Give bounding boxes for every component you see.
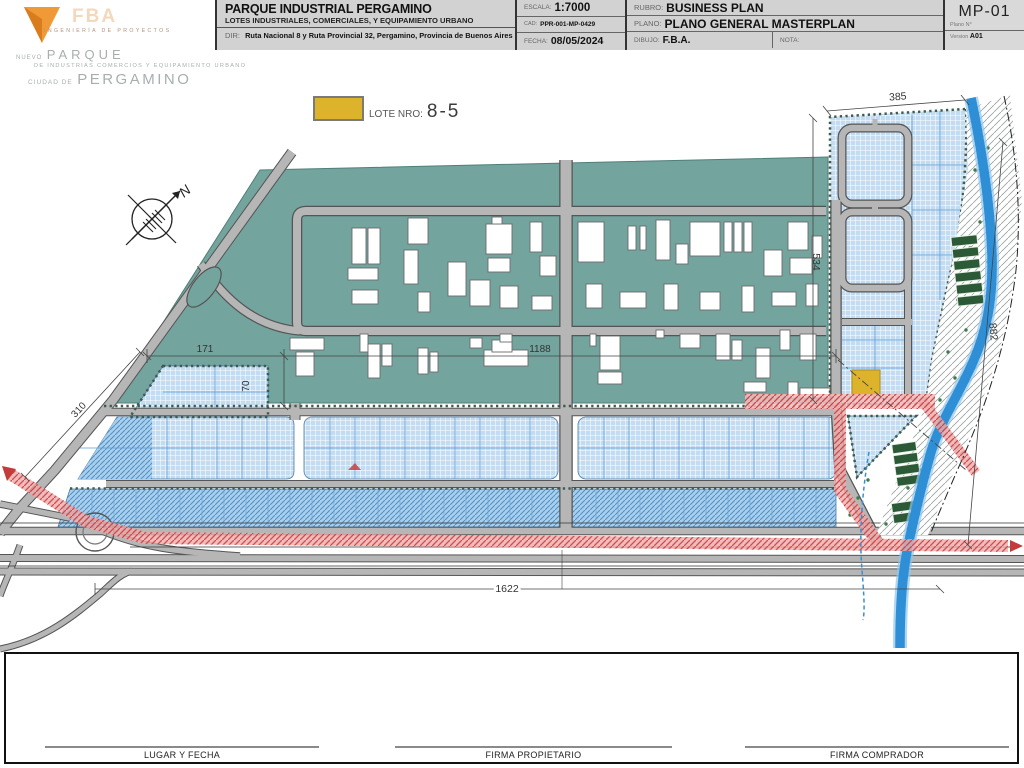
masterplan-sheet: 385 534 882 171 1188 70 310 1622 N FBA I… <box>0 0 1024 768</box>
cad-label: CAD: <box>524 21 537 27</box>
dim-1188: 1188 <box>529 344 551 355</box>
nota-label: NOTA: <box>780 37 799 44</box>
dibujo-label: DIBUJO: <box>634 37 660 44</box>
plano-label: PLANO: <box>634 19 662 28</box>
project-address: DIR: Ruta Nacional 8 y Ruta Provincial 3… <box>217 27 515 40</box>
logo-cell: FBA INGENIERÍA DE PROYECTOS <box>0 0 215 50</box>
north-label: N <box>176 181 195 200</box>
sheet-number: MP-01 <box>945 0 1024 21</box>
rubro-label: RUBRO: <box>634 3 663 12</box>
escala-label: ESCALA: <box>524 4 551 11</box>
north-arrow: N <box>126 181 194 245</box>
signature-comprador: FIRMA COMPRADOR <box>745 746 1009 760</box>
signature-box: LUGAR Y FECHA FIRMA PROPIETARIO FIRMA CO… <box>4 652 1019 764</box>
brand-watermark: FBA <box>72 6 117 28</box>
project-subtitle: LOTES INDUSTRIALES, COMERCIALES, Y EQUIP… <box>217 16 515 25</box>
dim-310: 310 <box>69 400 89 420</box>
sheet-number-cell: MP-01 Plano N° Version A01 <box>943 0 1024 50</box>
signature-lugar-fecha: LUGAR Y FECHA <box>45 746 319 760</box>
dim-385: 385 <box>889 90 907 103</box>
legend-label: LOTE NRO: <box>369 109 423 120</box>
lot-rows <box>58 416 916 527</box>
dim-1622: 1622 <box>495 583 519 595</box>
wm-nuevo: NUEVO <box>16 55 42 61</box>
project-title: PARQUE INDUSTRIAL PERGAMINO <box>217 0 515 16</box>
version-row: Version A01 <box>945 30 1024 40</box>
city-watermark: NUEVO PARQUE DE INDUSTRIAS COMERCIOS Y E… <box>16 47 246 88</box>
cad-value: PPR-001-MP-0429 <box>540 21 595 28</box>
fba-logo-icon <box>22 5 62 45</box>
version-label: Version <box>950 34 968 40</box>
fecha-label: FECHA: <box>524 38 548 45</box>
legend-value: 8-5 <box>427 102 460 121</box>
escala-value: 1:7000 <box>554 2 590 14</box>
title-block: FBA INGENIERÍA DE PROYECTOS PARQUE INDUS… <box>0 0 1024 50</box>
brand-tagline: INGENIERÍA DE PROYECTOS <box>44 28 171 34</box>
plano-cell: RUBRO: BUSINESS PLAN PLANO: PLANO GENERA… <box>625 0 943 50</box>
dim-171: 171 <box>197 344 214 355</box>
rubro-value: BUSINESS PLAN <box>666 1 763 15</box>
dibujo-value: F.B.A. <box>663 35 691 46</box>
dir-label: DIR: <box>225 31 240 40</box>
wm-line2: DE INDUSTRIAS COMERCIOS Y EQUIPAMIENTO U… <box>34 64 246 70</box>
legend: LOTE NRO: 8-5 <box>313 96 460 121</box>
dim-882: 882 <box>986 322 1000 341</box>
version-value: A01 <box>970 33 983 40</box>
meta-cell: ESCALA: 1:7000 CAD: PPR-001-MP-0429 FECH… <box>515 0 625 50</box>
dim-534: 534 <box>810 253 822 271</box>
plano-n-label: Plano N° <box>945 22 1024 28</box>
signature-propietario: FIRMA PROPIETARIO <box>395 746 672 760</box>
wm-ciudad: CIUDAD DE <box>28 79 73 86</box>
fecha-value: 08/05/2024 <box>551 35 604 47</box>
project-cell: PARQUE INDUSTRIAL PERGAMINO LOTES INDUST… <box>215 0 515 50</box>
legend-swatch <box>313 96 364 121</box>
dim-70: 70 <box>241 380 252 392</box>
wm-pergamino: PERGAMINO <box>77 71 191 88</box>
dir-value: Ruta Nacional 8 y Ruta Provincial 32, Pe… <box>245 31 513 40</box>
plano-value: PLANO GENERAL MASTERPLAN <box>665 17 855 31</box>
